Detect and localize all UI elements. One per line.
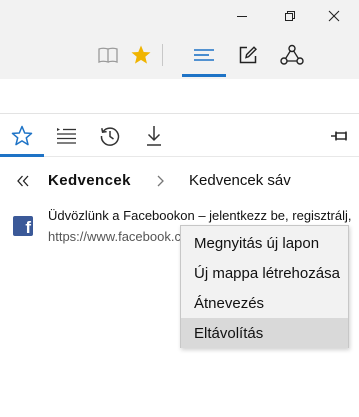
tab-reading-list[interactable] xyxy=(44,116,88,156)
context-menu: Megnyitás új lapon Új mappa létrehozása … xyxy=(180,225,349,348)
breadcrumb-favorites-bar[interactable]: Kedvencek sáv xyxy=(189,172,291,189)
book-icon xyxy=(98,47,118,63)
menu-item-rename[interactable]: Átnevezés xyxy=(181,288,348,318)
share-button[interactable] xyxy=(270,31,314,79)
favicon-letter: f xyxy=(25,218,31,236)
pin-button[interactable] xyxy=(318,116,359,156)
restore-icon xyxy=(285,10,295,21)
pen-icon xyxy=(239,46,257,64)
breadcrumb-current: Kedvencek xyxy=(48,172,131,189)
history-icon xyxy=(100,127,120,146)
favorite-url: https://www.facebook.com/ xyxy=(48,229,188,244)
close-button[interactable] xyxy=(314,0,354,31)
double-chevron-left-icon xyxy=(17,175,29,187)
hub-icon xyxy=(194,49,214,61)
share-icon xyxy=(280,44,304,65)
download-icon xyxy=(147,126,161,146)
tab-downloads[interactable] xyxy=(132,116,176,156)
favorite-title: Üdvözlünk a Facebookon – jelentkezz be, … xyxy=(48,208,352,223)
restore-button[interactable] xyxy=(270,0,310,31)
web-note-button[interactable] xyxy=(226,31,270,79)
menu-item-new-folder[interactable]: Új mappa létrehozása xyxy=(181,258,348,288)
menu-item-remove[interactable]: Eltávolítás xyxy=(181,318,348,348)
pin-icon xyxy=(331,131,347,141)
toolbar-separator xyxy=(162,44,163,66)
tab-favorites[interactable] xyxy=(0,116,44,156)
breadcrumb-back-button[interactable] xyxy=(13,171,33,191)
tabs-divider xyxy=(44,156,359,157)
add-favorite-button[interactable] xyxy=(119,31,163,79)
tab-history[interactable] xyxy=(88,116,132,156)
facebook-favicon-icon: f xyxy=(13,216,33,236)
hub-button[interactable] xyxy=(182,31,226,79)
chevron-right-icon xyxy=(153,171,169,191)
minimize-icon xyxy=(237,15,247,17)
minimize-button[interactable] xyxy=(222,0,262,31)
reading-list-icon xyxy=(57,128,76,144)
star-icon xyxy=(11,125,33,146)
hub-active-indicator xyxy=(182,74,226,77)
panel-top-divider xyxy=(0,113,359,114)
favorites-active-indicator xyxy=(0,154,44,157)
menu-item-open-new-tab[interactable]: Megnyitás új lapon xyxy=(181,228,348,258)
star-icon xyxy=(131,45,151,64)
close-icon xyxy=(328,10,340,21)
